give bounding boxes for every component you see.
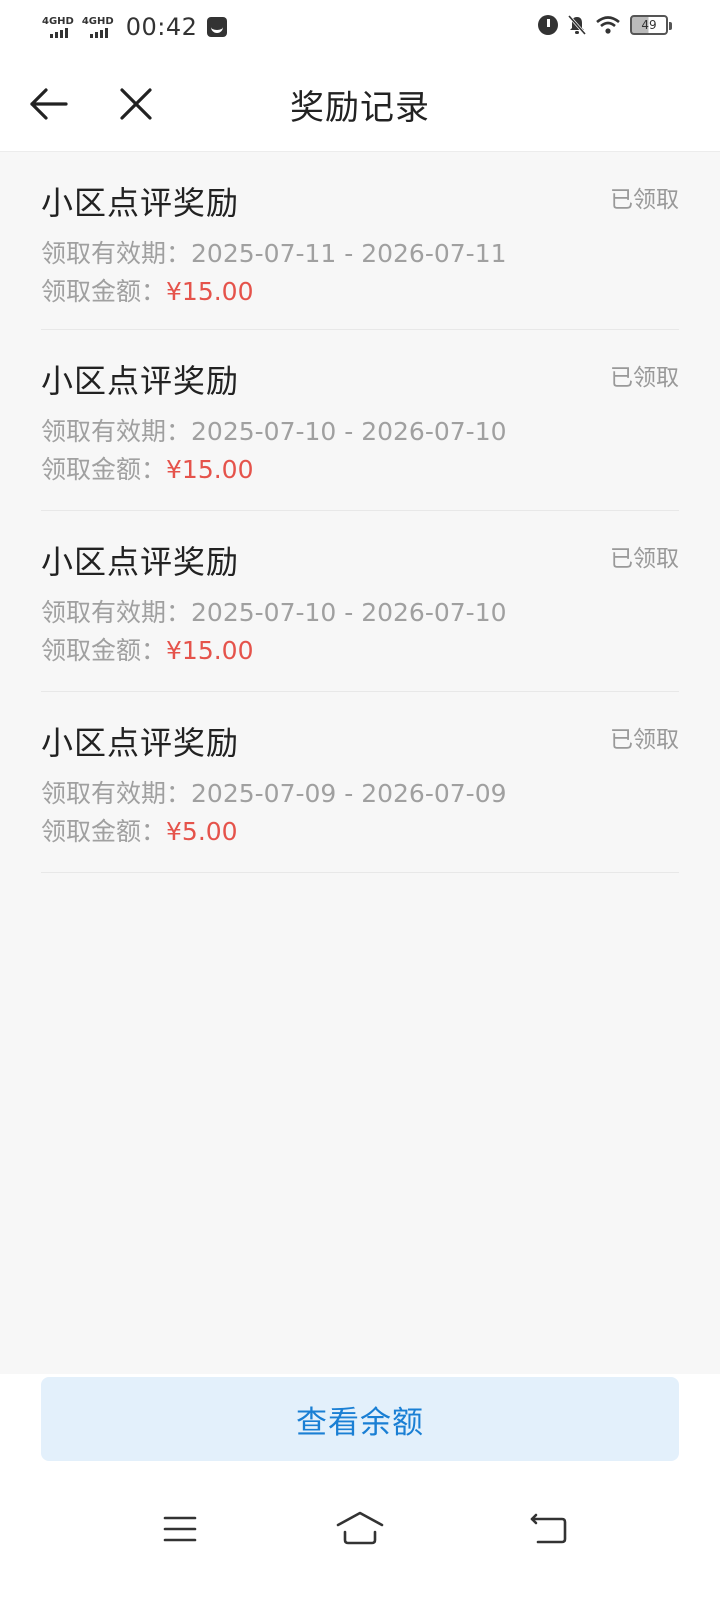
reward-amount: 领取金额：¥5.00 — [41, 812, 238, 848]
signal-icon: 4GHD — [42, 15, 74, 38]
validity-period: 领取有效期：2025-07-11 - 2026-07-11 — [41, 234, 507, 270]
validity-value: 2025-07-11 - 2026-07-11 — [191, 239, 507, 268]
status-bar: 4GHD 4GHD 00:42 49 — [0, 0, 720, 56]
status-badge: 已领取 — [610, 365, 679, 391]
message-notification-icon — [207, 17, 228, 37]
reward-title: 小区点评奖励 — [41, 184, 240, 222]
reward-amount: 领取金额：¥15.00 — [41, 450, 254, 486]
validity-value: 2025-07-10 - 2026-07-10 — [191, 417, 507, 446]
wifi-icon — [596, 16, 620, 34]
validity-period: 领取有效期：2025-07-10 - 2026-07-10 — [41, 593, 507, 629]
clock: 00:42 — [125, 13, 198, 41]
reward-amount: 领取金额：¥15.00 — [41, 631, 254, 667]
mute-bell-icon — [568, 15, 586, 35]
view-balance-button[interactable]: 查看余额 — [41, 1377, 679, 1461]
status-badge: 已领取 — [610, 546, 679, 572]
validity-value: 2025-07-09 - 2026-07-09 — [191, 779, 507, 808]
amount-value: ¥15.00 — [166, 455, 254, 484]
menu-icon[interactable] — [163, 1514, 197, 1544]
amount-value: ¥15.00 — [166, 277, 254, 306]
alarm-icon — [538, 15, 558, 35]
amount-label: 领取金额： — [41, 817, 167, 846]
validity-label: 领取有效期： — [41, 779, 192, 808]
reward-record-list: 小区点评奖励 已领取 领取有效期：2025-07-11 - 2026-07-11… — [41, 152, 679, 873]
status-badge: 已领取 — [610, 187, 679, 213]
navigation-bar: 奖励记录 — [0, 56, 720, 152]
reward-title: 小区点评奖励 — [41, 543, 240, 581]
status-bar-left: 4GHD 4GHD 00:42 — [42, 12, 228, 42]
validity-value: 2025-07-10 - 2026-07-10 — [191, 598, 507, 627]
reward-amount: 领取金额：¥15.00 — [41, 272, 254, 308]
amount-value: ¥5.00 — [166, 817, 238, 846]
list-item[interactable]: 小区点评奖励 已领取 领取有效期：2025-07-11 - 2026-07-11… — [41, 152, 679, 330]
reward-title: 小区点评奖励 — [41, 362, 240, 400]
validity-label: 领取有效期： — [41, 239, 192, 268]
validity-label: 领取有效期： — [41, 598, 192, 627]
amount-label: 领取金额： — [41, 277, 167, 306]
list-item[interactable]: 小区点评奖励 已领取 领取有效期：2025-07-10 - 2026-07-10… — [41, 511, 679, 692]
system-navigation-bar — [0, 1500, 720, 1600]
amount-label: 领取金额： — [41, 636, 167, 665]
list-item[interactable]: 小区点评奖励 已领取 领取有效期：2025-07-10 - 2026-07-10… — [41, 330, 679, 511]
list-item[interactable]: 小区点评奖励 已领取 领取有效期：2025-07-09 - 2026-07-09… — [41, 692, 679, 873]
reward-title: 小区点评奖励 — [41, 724, 240, 762]
amount-value: ¥15.00 — [166, 636, 254, 665]
page-title: 奖励记录 — [290, 88, 430, 128]
amount-label: 领取金额： — [41, 455, 167, 484]
signal-icon: 4GHD — [81, 15, 114, 38]
network-label: 4GHD — [42, 15, 74, 27]
validity-period: 领取有效期：2025-07-09 - 2026-07-09 — [41, 774, 507, 810]
network-label: 4GHD — [81, 15, 114, 27]
battery-icon: 49 — [630, 15, 672, 35]
status-bar-right: 49 — [538, 15, 672, 35]
back-icon[interactable] — [530, 1512, 568, 1544]
validity-period: 领取有效期：2025-07-10 - 2026-07-10 — [41, 412, 507, 448]
home-icon[interactable] — [335, 1510, 385, 1546]
validity-label: 领取有效期： — [41, 417, 192, 446]
status-badge: 已领取 — [610, 727, 679, 753]
